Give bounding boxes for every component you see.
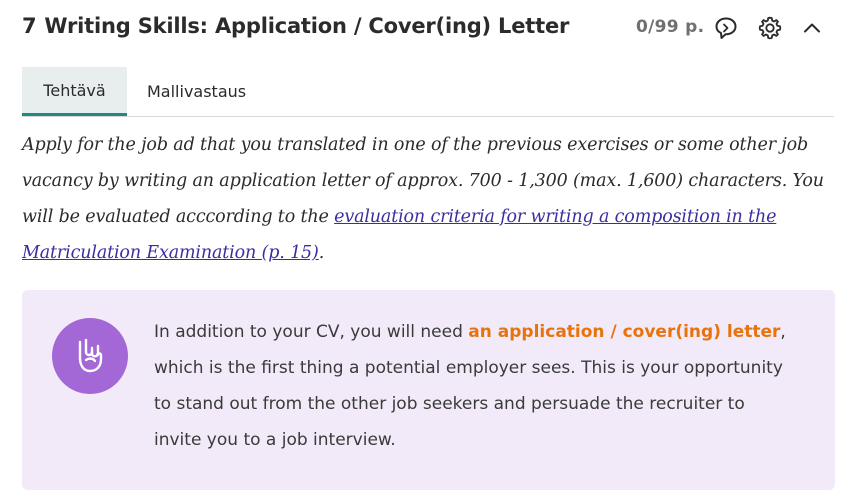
- exercise-header: 7 Writing Skills: Application / Cover(ing…: [0, 0, 844, 58]
- settings-button[interactable]: [756, 14, 784, 42]
- tip-highlight: an application / cover(ing) letter: [468, 322, 781, 342]
- instruction-end: .: [318, 243, 325, 263]
- tip-text: In addition to your CV, you will need an…: [154, 314, 794, 458]
- exercise-title-text: Writing Skills: Application / Cover(ing)…: [44, 14, 570, 38]
- chat-bubble-icon: [715, 17, 737, 39]
- exercise-number: 7: [22, 14, 37, 38]
- chevron-up-icon: [804, 23, 820, 33]
- exercise-title: 7 Writing Skills: Application / Cover(ing…: [22, 14, 569, 38]
- tip-box: In addition to your CV, you will need an…: [22, 290, 835, 490]
- points-indicator: 0/99 p.: [636, 17, 705, 37]
- tab-bar: Tehtävä Mallivastaus: [22, 67, 834, 116]
- feedback-button[interactable]: [712, 14, 740, 42]
- gear-icon: [758, 16, 782, 40]
- exercise-instruction: Apply for the job ad that you translated…: [22, 127, 837, 271]
- tab-mallivastaus[interactable]: Mallivastaus: [127, 67, 266, 116]
- rock-hand-icon: [78, 338, 103, 373]
- tab-tehtava[interactable]: Tehtävä: [22, 67, 127, 116]
- tip-text-start: In addition to your CV, you will need: [154, 322, 469, 342]
- tip-icon-badge: [52, 318, 128, 394]
- tab-divider: [22, 116, 834, 117]
- collapse-button[interactable]: [798, 14, 826, 42]
